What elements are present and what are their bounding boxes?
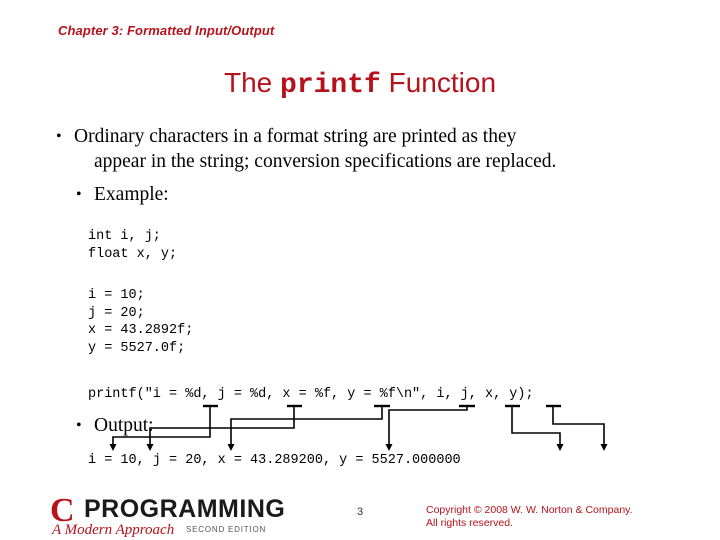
code-assignments: i = 10; j = 20; x = 43.2892f; y = 5527.0… <box>88 288 194 356</box>
title-prefix: The <box>223 67 281 98</box>
slide: Chapter 3: Formatted Input/Output The pr… <box>0 0 720 540</box>
copyright-line-2: All rights reserved. <box>426 517 513 529</box>
bullet-line-1: Ordinary characters in a format string a… <box>74 126 517 147</box>
chapter-header: Chapter 3: Formatted Input/Output <box>58 23 275 38</box>
title-mono: printf <box>280 70 381 101</box>
book-logo: C PROGRAMMING A Modern Approach SECOND E… <box>50 492 285 539</box>
bullet-line-2: appear in the string; conversion specifi… <box>94 151 557 172</box>
copyright-line-1: Copyright © 2008 W. W. Norton & Company. <box>426 504 633 516</box>
copyright-notice: Copyright © 2008 W. W. Norton & Company.… <box>426 504 676 530</box>
logo-edition-text: SECOND EDITION <box>186 525 267 534</box>
code-printf-call: printf("i = %d, j = %d, x = %f, y = %f\n… <box>88 387 534 402</box>
bullet-list: Ordinary characters in a format string a… <box>48 124 678 207</box>
page-number: 3 <box>356 506 364 518</box>
code-output-text: i = 10, j = 20, x = 43.289200, y = 5527.… <box>88 453 461 468</box>
title-suffix: Function <box>380 67 497 98</box>
code-declarations: int i, j; float x, y; <box>88 229 178 262</box>
bullet-ordinary-characters: Ordinary characters in a format string a… <box>48 124 678 174</box>
bullet-example: Example: <box>48 182 678 207</box>
logo-tagline: A Modern Approach <box>52 522 175 538</box>
logo-programming-text: PROGRAMMING <box>84 495 286 523</box>
page-title: The printf Function <box>0 66 720 103</box>
bullet-output: Output: <box>48 413 154 438</box>
